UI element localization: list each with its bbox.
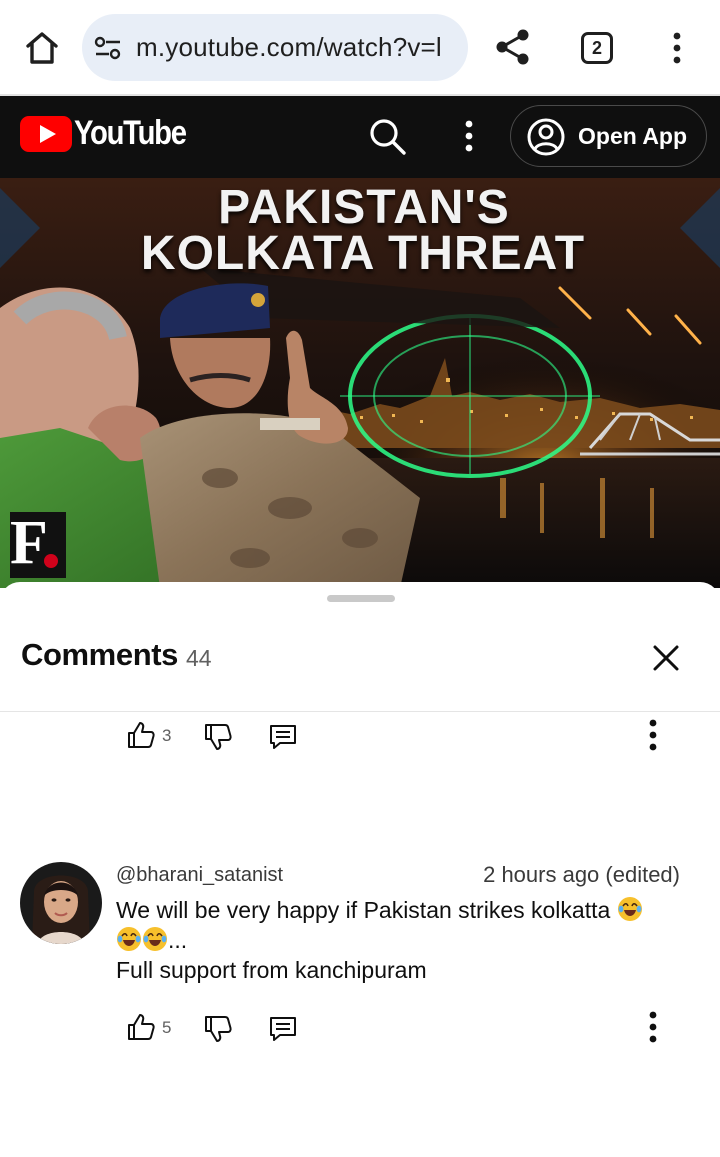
channel-logo-dot <box>44 554 58 568</box>
comments-count: 44 <box>186 645 212 671</box>
youtube-header: YouTube Open App <box>0 96 720 178</box>
divider <box>0 711 720 712</box>
channel-logo: F <box>10 509 48 577</box>
dislike-icon[interactable] <box>203 1014 233 1044</box>
tab-switcher-button[interactable]: 2 <box>581 32 613 64</box>
video-thumbnail[interactable]: PAKISTAN'S KOLKATA THREAT F <box>0 178 720 588</box>
like-count: 3 <box>162 726 172 745</box>
laughing-emoji-icon <box>617 897 642 921</box>
comments-title: Comments <box>21 637 178 672</box>
comment-line-1: We will be very happy if Pakistan strike… <box>116 897 611 923</box>
comment-author[interactable]: @bharani_satanist <box>116 864 283 887</box>
account-circle-icon <box>526 117 566 157</box>
avatar[interactable] <box>20 862 102 944</box>
address-bar[interactable]: m.youtube.com/watch?v=l <box>82 14 468 81</box>
laughing-emoji-icon <box>117 927 141 951</box>
thumbnail-title-line2: KOLKATA THREAT <box>140 227 586 280</box>
reply-icon[interactable] <box>268 1014 298 1044</box>
open-app-button[interactable]: Open App <box>510 105 707 167</box>
youtube-wordmark[interactable]: YouTube <box>74 114 187 153</box>
more-vert-icon[interactable] <box>642 718 664 752</box>
comment-line-2-ellipsis: ... <box>168 927 188 953</box>
comment-actions: 5 <box>0 1008 720 1048</box>
like-icon[interactable] <box>126 1012 156 1042</box>
url-text[interactable]: m.youtube.com/watch?v=l <box>136 32 442 63</box>
tune-icon[interactable] <box>94 36 122 60</box>
youtube-logo-icon[interactable] <box>20 116 72 152</box>
comments-panel: Comments 44 3 @bharani_satanist 2 hours … <box>0 582 720 1157</box>
browser-toolbar: m.youtube.com/watch?v=l 2 <box>0 0 720 96</box>
close-icon[interactable] <box>650 642 682 674</box>
laughing-emoji-icon <box>143 927 167 951</box>
comment-line-3: Full support from kanchipuram <box>116 957 427 983</box>
share-icon[interactable] <box>494 28 532 66</box>
more-vert-icon[interactable] <box>642 1010 664 1044</box>
drag-handle[interactable] <box>327 595 395 602</box>
dislike-icon[interactable] <box>203 722 233 752</box>
like-count: 5 <box>162 1018 172 1037</box>
more-vert-icon[interactable] <box>457 118 481 154</box>
comment-text: We will be very happy if Pakistan strike… <box>116 895 676 985</box>
open-app-label: Open App <box>578 123 688 149</box>
more-vert-icon[interactable] <box>665 30 689 66</box>
comment-timestamp: 2 hours ago (edited) <box>483 862 680 887</box>
comment-actions: 3 <box>0 716 720 756</box>
home-icon[interactable] <box>22 28 62 68</box>
like-icon[interactable] <box>126 720 156 750</box>
reply-icon[interactable] <box>268 722 298 752</box>
search-icon[interactable] <box>367 116 407 156</box>
